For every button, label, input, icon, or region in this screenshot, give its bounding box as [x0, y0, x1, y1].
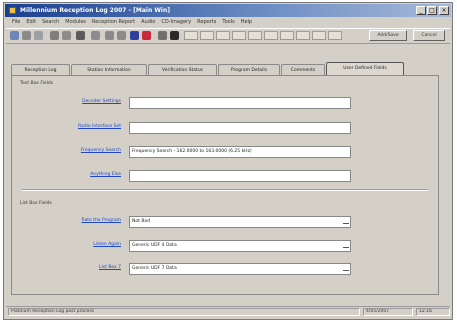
flag-icon[interactable] [130, 31, 139, 40]
dropdown-arrow-icon [343, 270, 349, 273]
rate-the-program-value: Not Bad [132, 219, 151, 224]
list-box-fields-title: List Box Fields [20, 201, 52, 206]
menu-edit[interactable]: Edit [26, 18, 36, 27]
toolbar-slot[interactable] [312, 31, 326, 40]
print-icon[interactable] [91, 31, 100, 40]
forward-icon[interactable] [170, 31, 179, 40]
toolbar-slot[interactable] [200, 31, 214, 40]
anything-else-field[interactable] [129, 170, 351, 182]
text-box-fields-title: Text Box Fields [20, 81, 54, 86]
menu-tools[interactable]: Tools [222, 18, 234, 27]
tab-verification-status[interactable]: Verification Status [148, 64, 217, 75]
tab-strip: Reception Log Station Information Verifi… [11, 62, 440, 75]
back-icon[interactable] [158, 31, 167, 40]
rate-the-program-select[interactable]: Not Bad [129, 216, 351, 228]
menu-help[interactable]: Help [241, 18, 252, 27]
status-time: 12:16 [416, 308, 450, 316]
toolbar-slot[interactable] [184, 31, 198, 40]
list-box-7-label[interactable]: List Box 7 [33, 265, 121, 270]
decoder-settings-label[interactable]: Decoder Settings [33, 99, 121, 104]
toolbar-slot[interactable] [328, 31, 342, 40]
copy-icon[interactable] [62, 31, 71, 40]
tab-reception-log[interactable]: Reception Log [11, 64, 70, 75]
add-save-button[interactable]: Add/Save [369, 30, 407, 41]
cut-icon[interactable] [50, 31, 59, 40]
status-bar: Platinum Reception Log post process 4/05… [6, 306, 450, 317]
anything-else-label[interactable]: Anything Else [33, 172, 121, 177]
toolbar-slot[interactable] [296, 31, 310, 40]
toolbar-slot[interactable] [232, 31, 246, 40]
open-icon[interactable] [22, 31, 31, 40]
maximize-button[interactable]: □ [427, 6, 437, 15]
window-title: Millennium Reception Log 2007 - [Main Wi… [20, 7, 171, 14]
new-record-icon[interactable] [10, 31, 19, 40]
tab-user-defined-fields[interactable]: User Defined Fields [326, 62, 404, 75]
tab-comments[interactable]: Comments [281, 64, 325, 75]
toolbar-slot[interactable] [280, 31, 294, 40]
search-icon[interactable] [105, 31, 114, 40]
menu-bar: File Edit Search Modules Reception Report Aud… [6, 18, 450, 27]
title-bar[interactable]: Millennium Reception Log 2007 - [Main Wi… [5, 4, 451, 17]
tab-program-details[interactable]: Program Details [218, 64, 280, 75]
app-window: Millennium Reception Log 2007 - [Main Wi… [3, 2, 453, 320]
app-icon [9, 7, 16, 14]
cancel-button[interactable]: Cancel [413, 30, 445, 41]
section-divider [22, 189, 428, 191]
dropdown-arrow-icon [343, 223, 349, 226]
listen-again-value: Generic UDF 4 Data [132, 243, 177, 248]
toolbar: Add/Save Cancel [6, 28, 450, 44]
decoder-settings-field[interactable] [129, 97, 351, 109]
dropdown-arrow-icon [343, 247, 349, 250]
menu-modules[interactable]: Modules [65, 18, 86, 27]
tools-icon[interactable] [76, 31, 85, 40]
menu-file[interactable]: File [12, 18, 20, 27]
tab-station-information[interactable]: Station Information [71, 64, 147, 75]
frequency-search-field[interactable]: Frequency Search - 162.0000 to 163.0000 … [129, 146, 351, 158]
menu-reports[interactable]: Reports [197, 18, 216, 27]
listen-again-label[interactable]: Listen Again [33, 242, 121, 247]
close-button[interactable]: × [439, 6, 449, 15]
list-box-7-value: Generic UDF 7 Data [132, 266, 177, 271]
radio-interface-label[interactable]: Radio Interface Set [33, 124, 121, 129]
minimize-button[interactable]: _ [416, 6, 426, 15]
toolbar-slot[interactable] [264, 31, 278, 40]
menu-cd-imagery[interactable]: CD-Imagery [161, 18, 191, 27]
rate-the-program-label[interactable]: Rate the Program [33, 218, 121, 223]
listen-again-select[interactable]: Generic UDF 4 Data [129, 240, 351, 252]
menu-reception-report[interactable]: Reception Report [92, 18, 135, 27]
menu-search[interactable]: Search [42, 18, 59, 27]
list-box-7-select[interactable]: Generic UDF 7 Data [129, 263, 351, 275]
status-date: 4/05/2007 [363, 308, 413, 316]
menu-audio[interactable]: Audio [141, 18, 155, 27]
filter-icon[interactable] [117, 31, 126, 40]
frequency-search-label[interactable]: Frequency Search [33, 148, 121, 153]
save-icon[interactable] [34, 31, 43, 40]
status-message: Platinum Reception Log post process [8, 308, 360, 316]
radio-interface-field[interactable] [129, 122, 351, 134]
user-defined-fields-panel: Text Box Fields Decoder Settings Radio I… [11, 75, 439, 295]
record-icon[interactable] [142, 31, 151, 40]
toolbar-slot[interactable] [248, 31, 262, 40]
toolbar-slot[interactable] [216, 31, 230, 40]
